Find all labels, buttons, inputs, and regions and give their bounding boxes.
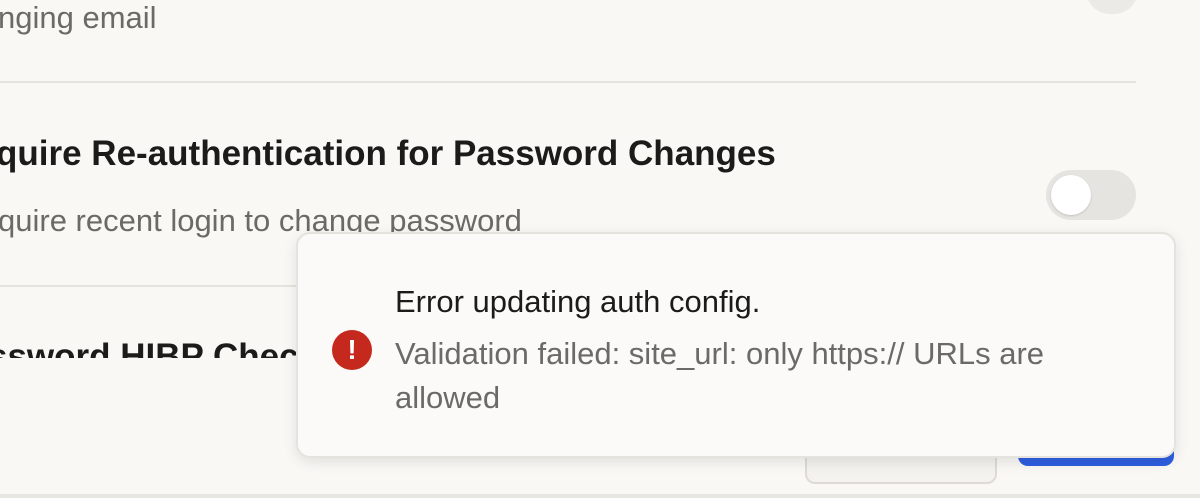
prev-setting-toggle[interactable] (1086, 0, 1138, 14)
divider (0, 81, 1136, 83)
next-setting-clip: ssword HIBP Chec (0, 300, 300, 358)
hibp-setting-title: ssword HIBP Chec (0, 337, 299, 358)
auth-settings-page: nging email quire Re-authentication for … (0, 0, 1200, 498)
reauth-toggle[interactable] (1046, 170, 1136, 220)
reauth-setting-title: quire Re-authentication for Password Cha… (0, 134, 776, 173)
error-toast: ! Error updating auth config. Validation… (296, 232, 1176, 458)
toast-message: Validation failed: site_url: only https:… (395, 336, 1045, 415)
error-icon: ! (332, 330, 372, 370)
toggle-knob (1051, 175, 1091, 215)
divider (0, 285, 300, 287)
footer-border (0, 494, 1200, 498)
toast-title: Error updating auth config. (395, 284, 761, 319)
prev-setting-description: nging email (0, 0, 157, 35)
